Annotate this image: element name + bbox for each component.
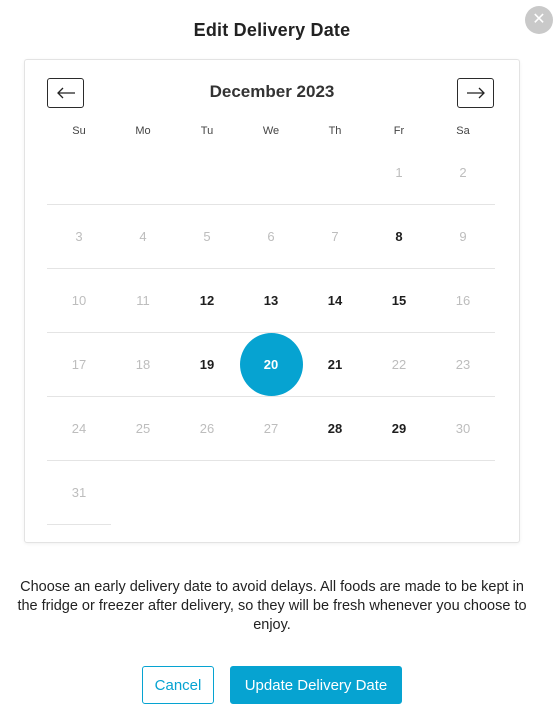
dialog-title: Edit Delivery Date xyxy=(193,20,351,40)
calendar-day-available[interactable]: 12 xyxy=(175,269,239,332)
weekday-label: Fr xyxy=(393,125,405,137)
calendar-day-available[interactable]: 19 xyxy=(175,333,239,396)
calendar-day-disabled: 24 xyxy=(71,421,87,436)
delivery-info-text: Choose an early delivery date to avoid d… xyxy=(17,579,527,633)
calendar-empty-cell xyxy=(175,141,239,204)
calendar-day-disabled: 1 xyxy=(395,165,403,180)
calendar-empty-cell xyxy=(111,141,175,204)
weekday-label: Sa xyxy=(456,125,470,137)
weekday-label: Mo xyxy=(135,125,151,137)
calendar-day-disabled: 10 xyxy=(71,293,87,308)
calendar-day-disabled: 3 xyxy=(75,229,83,244)
calendar-day-disabled: 2 xyxy=(459,165,467,180)
calendar-day-available[interactable]: 29 xyxy=(367,397,431,460)
calendar-day-disabled: 5 xyxy=(203,229,211,244)
calendar-day-disabled: 9 xyxy=(459,229,467,244)
calendar-day-disabled: 31 xyxy=(71,485,87,500)
weekday-header: Su Mo Tu We Th Fr Sa xyxy=(47,125,495,137)
calendar-day-disabled: 4 xyxy=(139,229,147,244)
calendar-week-row: 3 4 5 6 7 8 9 xyxy=(47,205,495,269)
calendar-day-disabled: 17 xyxy=(71,357,87,372)
calendar-day-selected[interactable]: 20 xyxy=(239,333,303,396)
calendar-grid: 1 2 3 4 5 6 7 8 9 10 11 12 13 14 15 16 17 18 19 20 21 22 23 24 2… xyxy=(47,141,495,525)
calendar-empty-cell xyxy=(239,141,303,204)
calendar-day-disabled: 30 xyxy=(455,421,471,436)
calendar-day-disabled: 26 xyxy=(199,421,215,436)
calendar-empty-cell xyxy=(303,141,367,204)
calendar-day-available[interactable]: 21 xyxy=(303,333,367,396)
next-month-button[interactable] xyxy=(457,78,494,108)
calendar-day-available[interactable]: 28 xyxy=(303,397,367,460)
calendar-day-disabled: 6 xyxy=(267,229,275,244)
calendar-day-available[interactable]: 8 xyxy=(367,205,431,268)
calendar-week-row: 10 11 12 13 14 15 16 xyxy=(47,269,495,333)
calendar-day-available[interactable]: 14 xyxy=(303,269,367,332)
calendar-week-row: 24 25 26 27 28 29 30 xyxy=(47,397,495,461)
month-title: December 2023 xyxy=(209,82,335,101)
calendar-day-disabled: 22 xyxy=(391,357,407,372)
calendar-day-available[interactable]: 13 xyxy=(239,269,303,332)
calendar-week-row: 12 xyxy=(47,141,495,205)
calendar-day-label: 20 xyxy=(239,333,303,396)
calendar-day-disabled: 18 xyxy=(135,357,151,372)
calendar-day-available[interactable]: 15 xyxy=(367,269,431,332)
arrow-right-icon xyxy=(466,87,485,99)
update-delivery-date-button[interactable]: Update Delivery Date xyxy=(230,666,402,704)
calendar-empty-cell xyxy=(47,141,111,204)
calendar-day-disabled: 16 xyxy=(455,293,471,308)
calendar-week-row: 17 18 19 20 21 22 23 xyxy=(47,333,495,397)
calendar-day-disabled: 11 xyxy=(136,293,150,308)
weekday-label: Su xyxy=(72,125,86,137)
calendar-week-row: 31 xyxy=(47,461,111,525)
date-picker-calendar: December 2023 Su Mo Tu We Th Fr Sa 12345… xyxy=(24,59,520,543)
calendar-day-disabled: 23 xyxy=(455,357,471,372)
calendar-day-disabled: 25 xyxy=(135,421,151,436)
calendar-day-disabled: 27 xyxy=(263,421,279,436)
weekday-label: Tu xyxy=(200,125,214,137)
weekday-label: We xyxy=(262,125,280,137)
weekday-label: Th xyxy=(328,125,342,137)
calendar-day-disabled: 7 xyxy=(331,229,339,244)
cancel-button[interactable]: Cancel xyxy=(142,666,214,704)
